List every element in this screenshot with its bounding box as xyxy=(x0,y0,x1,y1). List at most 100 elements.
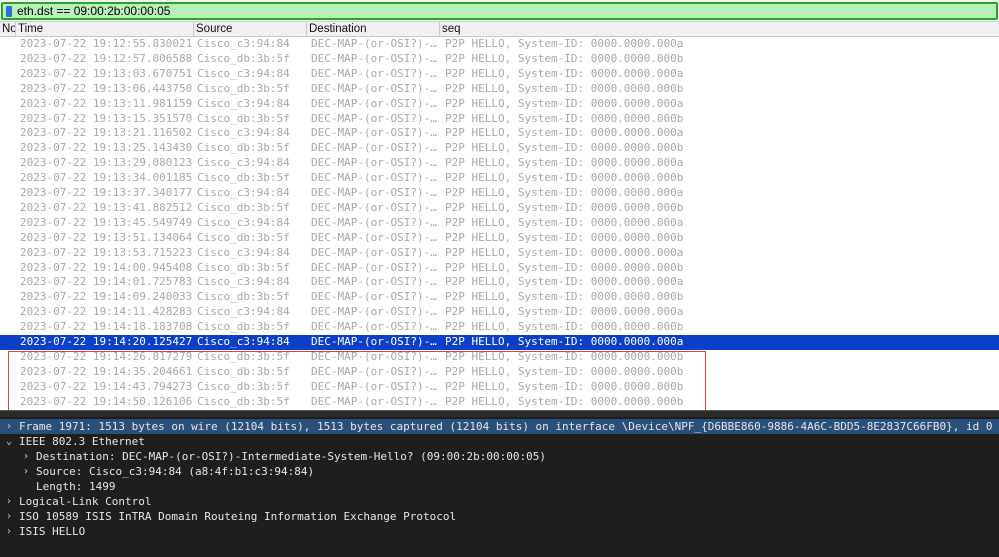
detail-tree-item[interactable]: ⌄ IEEE 802.3 Ethernet xyxy=(0,434,999,449)
packet-row[interactable]: 2023-07-22 19:14:01.725783 Cisco_c3:94:84… xyxy=(0,275,999,290)
column-header-info[interactable]: seq xyxy=(440,22,999,37)
packet-info: P2P HELLO, System-ID: 0000.0000.000b xyxy=(445,81,684,95)
detail-text: ISIS HELLO xyxy=(19,525,86,538)
packet-row[interactable]: 2023-07-22 19:12:55.830021 Cisco_c3:94:84… xyxy=(0,37,999,52)
packet-info: P2P HELLO, System-ID: 0000.0000.000b xyxy=(445,51,684,65)
packet-source: Cisco_c3:94:84 xyxy=(197,275,290,289)
packet-source: Cisco_db:3b:5f xyxy=(197,111,290,125)
packet-info: P2P HELLO, System-ID: 0000.0000.000b xyxy=(445,364,684,378)
packet-details-pane[interactable]: › Frame 1971: 1513 bytes on wire (12104 b… xyxy=(0,417,999,557)
packet-info: P2P HELLO, System-ID: 0000.0000.000a xyxy=(445,66,684,80)
packet-source: Cisco_c3:94:84 xyxy=(197,96,290,110)
packet-row[interactable]: 2023-07-22 19:13:53.715223 Cisco_c3:94:84… xyxy=(0,246,999,261)
collapsed-arrow-icon[interactable]: › xyxy=(21,464,31,479)
collapsed-arrow-icon[interactable]: › xyxy=(4,419,14,434)
pane-splitter[interactable] xyxy=(0,410,999,417)
packet-row[interactable]: 2023-07-22 19:14:00.945408 Cisco_db:3b:5f… xyxy=(0,261,999,276)
packet-source: Cisco_db:3b:5f xyxy=(197,320,290,334)
packet-destination: DEC-MAP-(or-OSI?)-… xyxy=(311,141,437,155)
column-header-no[interactable]: No xyxy=(0,22,16,37)
packet-row[interactable]: 2023-07-22 19:14:35.204661 Cisco_db:3b:5f… xyxy=(0,365,999,380)
packet-time: 2023-07-22 19:14:18.183708 xyxy=(20,320,192,334)
packet-row[interactable]: 2023-07-22 19:14:18.183708 Cisco_db:3b:5f… xyxy=(0,320,999,335)
packet-row[interactable]: 2023-07-22 19:14:50.126106 Cisco_db:3b:5f… xyxy=(0,395,999,410)
packet-row[interactable]: 2023-07-22 19:13:45.549749 Cisco_c3:94:84… xyxy=(0,216,999,231)
column-header-source[interactable]: Source xyxy=(194,22,307,37)
collapsed-arrow-icon[interactable]: › xyxy=(21,449,31,464)
packet-time: 2023-07-22 19:14:11.428283 xyxy=(20,305,192,319)
packet-row[interactable]: 2023-07-22 19:14:43.794273 Cisco_db:3b:5f… xyxy=(0,380,999,395)
detail-tree-item[interactable]: › Destination: DEC-MAP-(or-OSI?)-Intermed… xyxy=(0,449,999,464)
packet-time: 2023-07-22 19:13:51.134064 xyxy=(20,230,192,244)
packet-destination: DEC-MAP-(or-OSI?)-… xyxy=(311,215,437,229)
packet-list[interactable]: 2023-07-22 19:12:55.830021 Cisco_c3:94:84… xyxy=(0,37,999,410)
packet-info: P2P HELLO, System-ID: 0000.0000.000a xyxy=(445,156,684,170)
packet-time: 2023-07-22 19:13:25.143430 xyxy=(20,141,192,155)
detail-tree-item[interactable]: › Frame 1971: 1513 bytes on wire (12104 b… xyxy=(0,419,999,434)
packet-row[interactable]: 2023-07-22 19:13:41.882512 Cisco_db:3b:5f… xyxy=(0,201,999,216)
detail-tree-item[interactable]: Length: 1499 xyxy=(0,479,999,494)
packet-row[interactable]: 2023-07-22 19:13:34.001185 Cisco_db:3b:5f… xyxy=(0,171,999,186)
packet-row[interactable]: 2023-07-22 19:14:11.428283 Cisco_c3:94:84… xyxy=(0,305,999,320)
column-header-time[interactable]: Time xyxy=(16,22,194,37)
packet-row[interactable]: 2023-07-22 19:13:29.080123 Cisco_c3:94:84… xyxy=(0,156,999,171)
packet-destination: DEC-MAP-(or-OSI?)-… xyxy=(311,275,437,289)
column-header-destination[interactable]: Destination xyxy=(307,22,440,37)
packet-time: 2023-07-22 19:14:26.817279 xyxy=(20,349,192,363)
packet-time: 2023-07-22 19:13:34.001185 xyxy=(20,171,192,185)
packet-time: 2023-07-22 19:14:00.945408 xyxy=(20,260,192,274)
detail-text: Logical-Link Control xyxy=(19,495,152,508)
detail-tree-item[interactable]: › ISIS HELLO xyxy=(0,524,999,539)
detail-text: Frame 1971: 1513 bytes on wire (12104 bi… xyxy=(19,420,993,433)
packet-row-selected[interactable]: 2023-07-22 19:14:20.125427 Cisco_c3:94:84… xyxy=(0,335,999,350)
detail-tree-item[interactable]: › ISO 10589 ISIS InTRA Domain Routeing In… xyxy=(0,509,999,524)
packet-time: 2023-07-22 19:13:15.351570 xyxy=(20,111,192,125)
packet-source: Cisco_db:3b:5f xyxy=(197,200,290,214)
packet-row[interactable]: 2023-07-22 19:13:37.340177 Cisco_c3:94:84… xyxy=(0,186,999,201)
packet-info: P2P HELLO, System-ID: 0000.0000.000a xyxy=(445,245,684,259)
packet-info: P2P HELLO, System-ID: 0000.0000.000b xyxy=(445,379,684,393)
packet-time: 2023-07-22 19:14:09.240033 xyxy=(20,290,192,304)
packet-row[interactable]: 2023-07-22 19:14:09.240033 Cisco_db:3b:5f… xyxy=(0,290,999,305)
packet-time: 2023-07-22 19:14:20.125427 xyxy=(20,335,192,348)
packet-info: P2P HELLO, System-ID: 0000.0000.000a xyxy=(445,96,684,110)
detail-text: Length: 1499 xyxy=(36,480,116,493)
packet-source: Cisco_db:3b:5f xyxy=(197,230,290,244)
packet-time: 2023-07-22 19:12:57.006588 xyxy=(20,51,192,65)
packet-destination: DEC-MAP-(or-OSI?)-… xyxy=(311,200,437,214)
packet-row[interactable]: 2023-07-22 19:12:57.006588 Cisco_db:3b:5f… xyxy=(0,52,999,67)
packet-time: 2023-07-22 19:13:37.340177 xyxy=(20,186,192,199)
packet-info: P2P HELLO, System-ID: 0000.0000.000a xyxy=(445,275,684,289)
expanded-arrow-icon[interactable]: ⌄ xyxy=(4,434,14,449)
packet-destination: DEC-MAP-(or-OSI?)-… xyxy=(311,349,437,363)
packet-destination: DEC-MAP-(or-OSI?)-… xyxy=(311,230,437,244)
packet-info: P2P HELLO, System-ID: 0000.0000.000a xyxy=(445,126,684,140)
packet-destination: DEC-MAP-(or-OSI?)-… xyxy=(311,394,437,408)
packet-time: 2023-07-22 19:14:43.794273 xyxy=(20,379,192,393)
packet-row[interactable]: 2023-07-22 19:13:25.143430 Cisco_db:3b:5f… xyxy=(0,141,999,156)
packet-time: 2023-07-22 19:13:53.715223 xyxy=(20,245,192,259)
packet-row[interactable]: 2023-07-22 19:13:03.670751 Cisco_c3:94:84… xyxy=(0,67,999,82)
detail-tree-item[interactable]: › Logical-Link Control xyxy=(0,494,999,509)
packet-row[interactable]: 2023-07-22 19:14:26.817279 Cisco_db:3b:5f… xyxy=(0,350,999,365)
packet-time: 2023-07-22 19:13:41.882512 xyxy=(20,200,192,214)
packet-row[interactable]: 2023-07-22 19:13:06.443750 Cisco_db:3b:5f… xyxy=(0,82,999,97)
packet-row[interactable]: 2023-07-22 19:13:15.351570 Cisco_db:3b:5f… xyxy=(0,112,999,127)
collapsed-arrow-icon[interactable]: › xyxy=(4,509,14,524)
display-filter-input[interactable]: eth.dst == 09:00:2b:00:00:05 xyxy=(1,2,998,20)
display-filter-bar: eth.dst == 09:00:2b:00:00:05 xyxy=(0,0,999,22)
collapsed-arrow-icon[interactable]: › xyxy=(4,494,14,509)
bookmark-icon[interactable] xyxy=(6,6,12,17)
collapsed-arrow-icon[interactable]: › xyxy=(4,524,14,539)
packet-source: Cisco_c3:94:84 xyxy=(197,245,290,259)
detail-text: ISO 10589 ISIS InTRA Domain Routeing Inf… xyxy=(19,510,457,523)
detail-text: Destination: DEC-MAP-(or-OSI?)-Intermedi… xyxy=(36,450,546,463)
packet-time: 2023-07-22 19:14:01.725783 xyxy=(20,275,192,289)
packet-row[interactable]: 2023-07-22 19:13:21.116502 Cisco_c3:94:84… xyxy=(0,126,999,141)
detail-tree-item[interactable]: › Source: Cisco_c3:94:84 (a8:4f:b1:c3:94:… xyxy=(0,464,999,479)
packet-destination: DEC-MAP-(or-OSI?)-… xyxy=(311,156,437,170)
packet-source: Cisco_db:3b:5f xyxy=(197,171,290,185)
packet-info: P2P HELLO, System-ID: 0000.0000.000b xyxy=(445,320,684,334)
packet-row[interactable]: 2023-07-22 19:13:11.981159 Cisco_c3:94:84… xyxy=(0,97,999,112)
packet-row[interactable]: 2023-07-22 19:13:51.134064 Cisco_db:3b:5f… xyxy=(0,231,999,246)
